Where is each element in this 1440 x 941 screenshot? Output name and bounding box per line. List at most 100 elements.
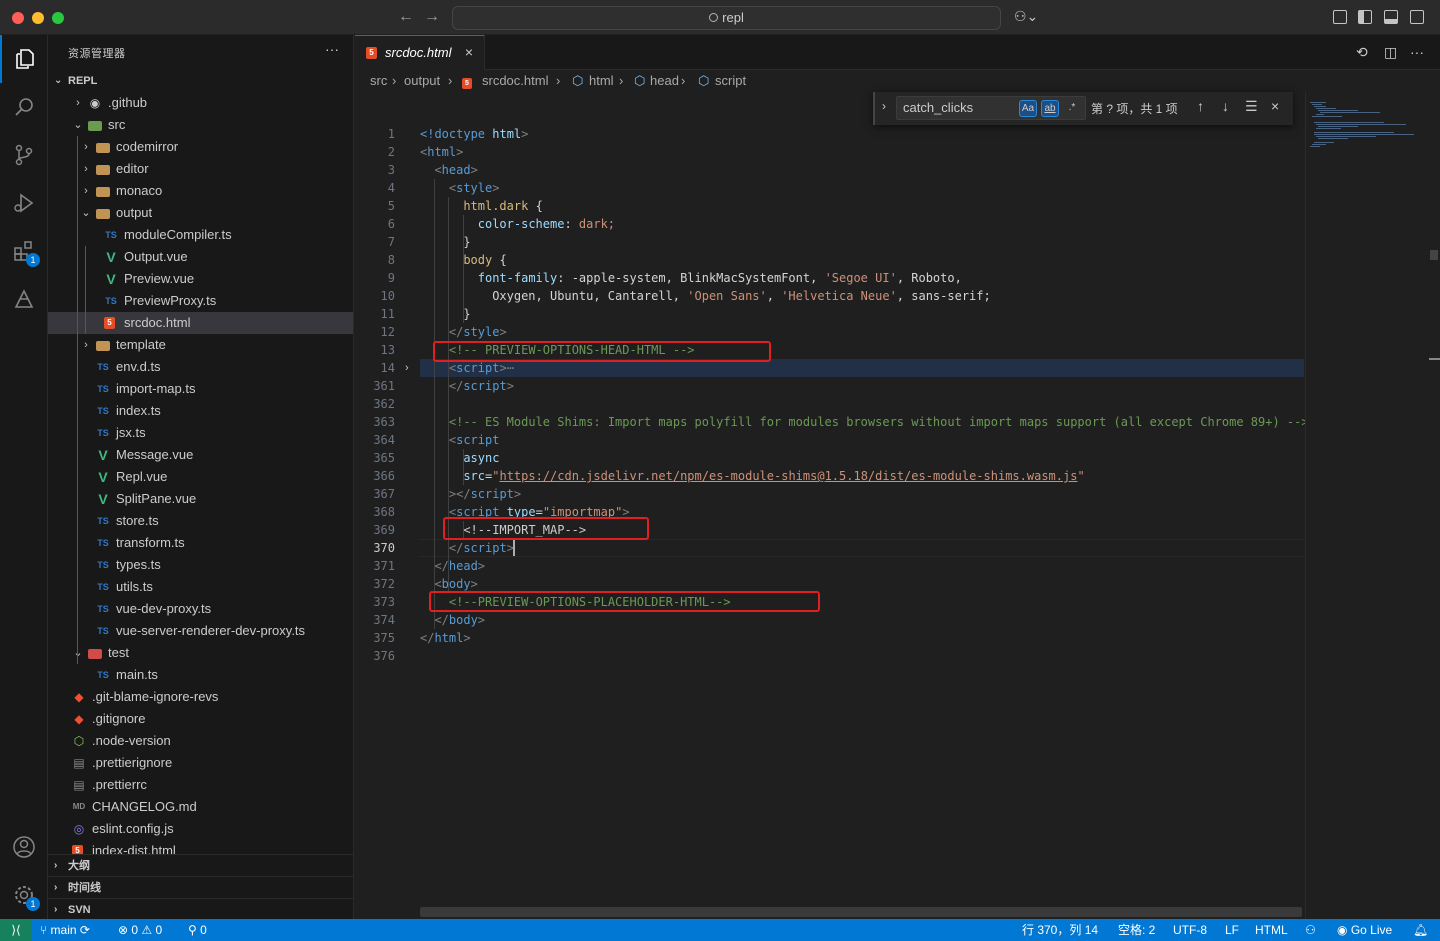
tree-item[interactable]: V Preview.vue (48, 268, 353, 290)
tree-item[interactable]: › editor (48, 158, 353, 180)
breadcrumb-item[interactable]: html (589, 70, 614, 92)
status-bar: ⟩⟨ ⑂ main ⟳ ⊗ 0 ⚠ 0 ⚲ 0 行 370，列 14 空格: 2… (0, 919, 1440, 941)
remote-explorer-activity[interactable] (0, 275, 48, 323)
tree-item[interactable]: V Output.vue (48, 246, 353, 268)
tree-item[interactable]: ⌄ output (48, 202, 353, 224)
timeline-history-icon[interactable]: ⟲ (1356, 44, 1368, 61)
git-branch-item[interactable]: ⑂ main ⟳ (40, 919, 90, 941)
more-actions-icon[interactable]: ··· (325, 41, 339, 57)
breadcrumb-item[interactable]: srcdoc.html (482, 70, 548, 92)
toggle-primary-sidebar-icon[interactable] (1358, 10, 1372, 24)
breadcrumb-item[interactable]: src (370, 70, 387, 92)
tree-item[interactable]: MD CHANGELOG.md (48, 796, 353, 818)
toggle-replace-icon[interactable]: › (882, 99, 886, 113)
source-control-activity[interactable] (0, 131, 48, 179)
copilot-status-icon[interactable]: ⚇ (1305, 919, 1316, 941)
copilot-icon[interactable]: ⚇⌄ (1014, 8, 1038, 25)
tree-item[interactable]: TS env.d.ts (48, 356, 353, 378)
problems-item[interactable]: ⊗ 0 ⚠ 0 (118, 919, 162, 941)
tree-item[interactable]: ⌄ test (48, 642, 353, 664)
timeline-section[interactable]: › 时间线 (48, 876, 353, 898)
tree-item[interactable]: ◎ eslint.config.js (48, 818, 353, 840)
end-of-line[interactable]: LF (1225, 919, 1239, 941)
forward-arrow-icon[interactable]: → (424, 8, 440, 26)
tree-item[interactable]: TS import-map.ts (48, 378, 353, 400)
split-editor-icon[interactable]: ◫ (1384, 44, 1397, 61)
minimize-window-button[interactable] (32, 12, 44, 24)
cursor-position[interactable]: 行 370，列 14 (1022, 919, 1098, 941)
regex-toggle[interactable]: .* (1063, 100, 1081, 117)
language-mode[interactable]: HTML (1255, 919, 1288, 941)
symbol-element-icon: ⬡ (698, 73, 710, 88)
tree-item[interactable]: TS PreviewProxy.ts (48, 290, 353, 312)
previous-match-icon[interactable]: ↑ (1197, 98, 1204, 114)
toggle-panel-icon[interactable] (1384, 10, 1398, 24)
close-icon[interactable]: × (1271, 98, 1279, 114)
tree-item[interactable]: TS moduleCompiler.ts (48, 224, 353, 246)
remote-indicator[interactable]: ⟩⟨ (0, 919, 32, 941)
notifications-icon[interactable]: 🔔︎ (1413, 919, 1428, 941)
tree-item[interactable]: TS index.ts (48, 400, 353, 422)
tree-item[interactable]: ◆ .git-blame-ignore-revs (48, 686, 353, 708)
tree-item[interactable]: 5 srcdoc.html (48, 312, 353, 334)
encoding[interactable]: UTF-8 (1173, 919, 1207, 941)
svn-section[interactable]: › SVN (48, 898, 353, 919)
tree-item[interactable]: › ◉ .github (48, 92, 353, 114)
extensions-activity[interactable]: 1 (0, 227, 48, 275)
tree-item[interactable]: ▤ .prettierrc (48, 774, 353, 796)
zoom-window-button[interactable] (52, 12, 64, 24)
explorer-activity[interactable] (0, 35, 48, 83)
breadcrumb-item[interactable]: script (715, 70, 746, 92)
tree-item[interactable]: TS store.ts (48, 510, 353, 532)
ts-file-icon: TS (97, 604, 109, 614)
tree-item[interactable]: TS vue-server-renderer-dev-proxy.ts (48, 620, 353, 642)
command-center-search[interactable]: repl (452, 6, 1001, 30)
manage-activity[interactable]: 1 (0, 871, 48, 919)
tree-item[interactable]: V Repl.vue (48, 466, 353, 488)
back-arrow-icon[interactable]: ← (398, 8, 414, 26)
tree-item[interactable]: V SplitPane.vue (48, 488, 353, 510)
tree-item[interactable]: ⌄ src (48, 114, 353, 136)
toggle-secondary-sidebar-icon[interactable] (1410, 10, 1424, 24)
code-token: script (470, 487, 514, 501)
breadcrumb-item[interactable]: head (650, 70, 679, 92)
tree-item[interactable]: TS jsx.ts (48, 422, 353, 444)
find-in-selection-icon[interactable]: ☰ (1245, 98, 1258, 115)
next-match-icon[interactable]: ↓ (1222, 98, 1229, 114)
more-actions-icon[interactable]: ··· (1410, 44, 1424, 60)
tree-item[interactable]: V Message.vue (48, 444, 353, 466)
ts-file-icon: TS (97, 560, 109, 570)
tree-item[interactable]: ⬡ .node-version (48, 730, 353, 752)
tree-item[interactable]: TS vue-dev-proxy.ts (48, 598, 353, 620)
accounts-activity[interactable] (0, 823, 48, 871)
tree-item[interactable]: TS main.ts (48, 664, 353, 686)
search-activity[interactable] (0, 83, 48, 131)
close-window-button[interactable] (12, 12, 24, 24)
indentation[interactable]: 空格: 2 (1118, 919, 1155, 941)
match-case-toggle[interactable]: Aa (1019, 100, 1037, 117)
tree-item[interactable]: › template (48, 334, 353, 356)
breadcrumb-item[interactable]: output (404, 70, 440, 92)
minimap[interactable] (1305, 92, 1440, 919)
whole-word-toggle[interactable]: ab (1041, 100, 1059, 117)
outline-section[interactable]: › 大纲 (48, 854, 353, 876)
tree-item[interactable]: › codemirror (48, 136, 353, 158)
customize-layout-icon[interactable] (1333, 10, 1347, 24)
tree-item[interactable]: TS types.ts (48, 554, 353, 576)
tree-item[interactable]: ◆ .gitignore (48, 708, 353, 730)
fold-expand-icon[interactable]: › (405, 359, 409, 377)
tab-srcdoc-html[interactable]: 5 srcdoc.html × (355, 35, 485, 70)
tree-item[interactable]: 5 index-dist.html (48, 840, 353, 854)
code-editor[interactable]: 1 <!doctype html> 2 <html> 3 <head> 4 <style> 5 h… (355, 92, 1440, 919)
tree-item[interactable]: ▤ .prettierignore (48, 752, 353, 774)
repl-folder-header[interactable]: ⌄ REPL (48, 70, 353, 92)
tree-item[interactable]: TS transform.ts (48, 532, 353, 554)
ports-item[interactable]: ⚲ 0 (188, 919, 207, 941)
tree-item[interactable]: › monaco (48, 180, 353, 202)
code-token: html (485, 127, 522, 141)
horizontal-scrollbar[interactable] (420, 907, 1302, 917)
tree-item[interactable]: TS utils.ts (48, 576, 353, 598)
run-debug-activity[interactable] (0, 179, 48, 227)
close-icon[interactable]: × (465, 44, 473, 60)
go-live-item[interactable]: ◉ Go Live (1337, 919, 1392, 941)
